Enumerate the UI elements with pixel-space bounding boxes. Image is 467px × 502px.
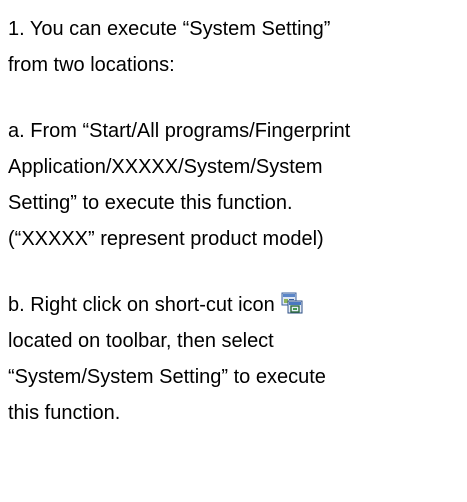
shortcut-app-icon xyxy=(281,290,303,314)
text-line: located on toolbar, then select xyxy=(8,330,274,352)
step-1-paragraph: 1. You can execute “System Setting” from… xyxy=(8,11,463,83)
text-line: Application/XXXXX/System/System xyxy=(8,156,323,178)
option-b-paragraph: b. Right click on short-cut icon located… xyxy=(8,287,463,431)
option-a-paragraph: a. From “Start/All programs/Fingerprint … xyxy=(8,113,463,257)
text-line: b. Right click on short-cut icon xyxy=(8,287,463,323)
text-line: “System/System Setting” to execute xyxy=(8,366,326,388)
text-line: a. From “Start/All programs/Fingerprint xyxy=(8,120,351,142)
text-line: from two locations: xyxy=(8,54,175,76)
text-line: 1. You can execute “System Setting” xyxy=(8,18,331,40)
text-line: this function. xyxy=(8,402,121,424)
text-line: (“XXXXX” represent product model) xyxy=(8,228,324,250)
document-body: 1. You can execute “System Setting” from… xyxy=(8,11,463,431)
option-b-first-line: b. Right click on short-cut icon xyxy=(8,294,275,316)
text-line: Setting” to execute this function. xyxy=(8,192,293,214)
